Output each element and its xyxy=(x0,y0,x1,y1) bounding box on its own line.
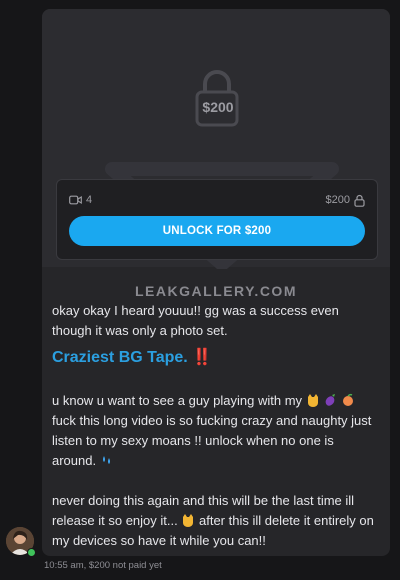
unlock-button[interactable]: UNLOCK FOR $200 xyxy=(69,216,365,246)
message-line-1: okay okay I heard youuu!! gg was a succe… xyxy=(52,303,339,338)
unlock-card: 4 $200 UNLOCK FOR $200 xyxy=(56,179,378,260)
price-label: $200 xyxy=(325,194,350,206)
message-headline: Craziest BG Tape. ‼️ xyxy=(52,345,377,371)
video-icon xyxy=(69,195,82,205)
eggplant-emoji-icon xyxy=(325,394,336,406)
watermark-text: LEAKGALLERY.COM xyxy=(135,283,297,299)
video-count: 4 xyxy=(86,194,93,206)
cat-emoji-icon xyxy=(307,394,318,407)
double-exclamation-icon: ‼️ xyxy=(192,349,213,366)
price-overlay: $200 xyxy=(202,99,234,115)
paragraph-2-start: u know u want to see a guy playing with … xyxy=(52,393,303,408)
message-text: okay okay I heard youuu!! gg was a succe… xyxy=(52,301,377,551)
message-time: 10:55 am, xyxy=(44,560,87,571)
sweat-droplets-emoji-icon xyxy=(102,456,110,464)
message-paragraph-3: never doing this again and this will be … xyxy=(52,491,377,551)
payment-status: $200 not paid yet xyxy=(88,560,162,571)
cat-emoji-icon xyxy=(183,514,194,527)
message-paragraph-2: u know u want to see a guy playing with … xyxy=(52,391,377,471)
small-lock-icon xyxy=(354,194,365,207)
locked-media-preview[interactable]: $200 4 $200 UNLOCK FOR $200 xyxy=(42,9,390,269)
peach-emoji-icon xyxy=(342,393,353,406)
lock-icon xyxy=(195,70,239,127)
headline-text: Craziest BG Tape. xyxy=(52,349,188,366)
message-bubble: $200 4 $200 UNLOCK FOR $200 LEAKGALLERY.… xyxy=(42,9,390,556)
message-footer: 10:55 am, $200 not paid yet xyxy=(44,560,162,571)
online-status-dot xyxy=(27,548,36,557)
